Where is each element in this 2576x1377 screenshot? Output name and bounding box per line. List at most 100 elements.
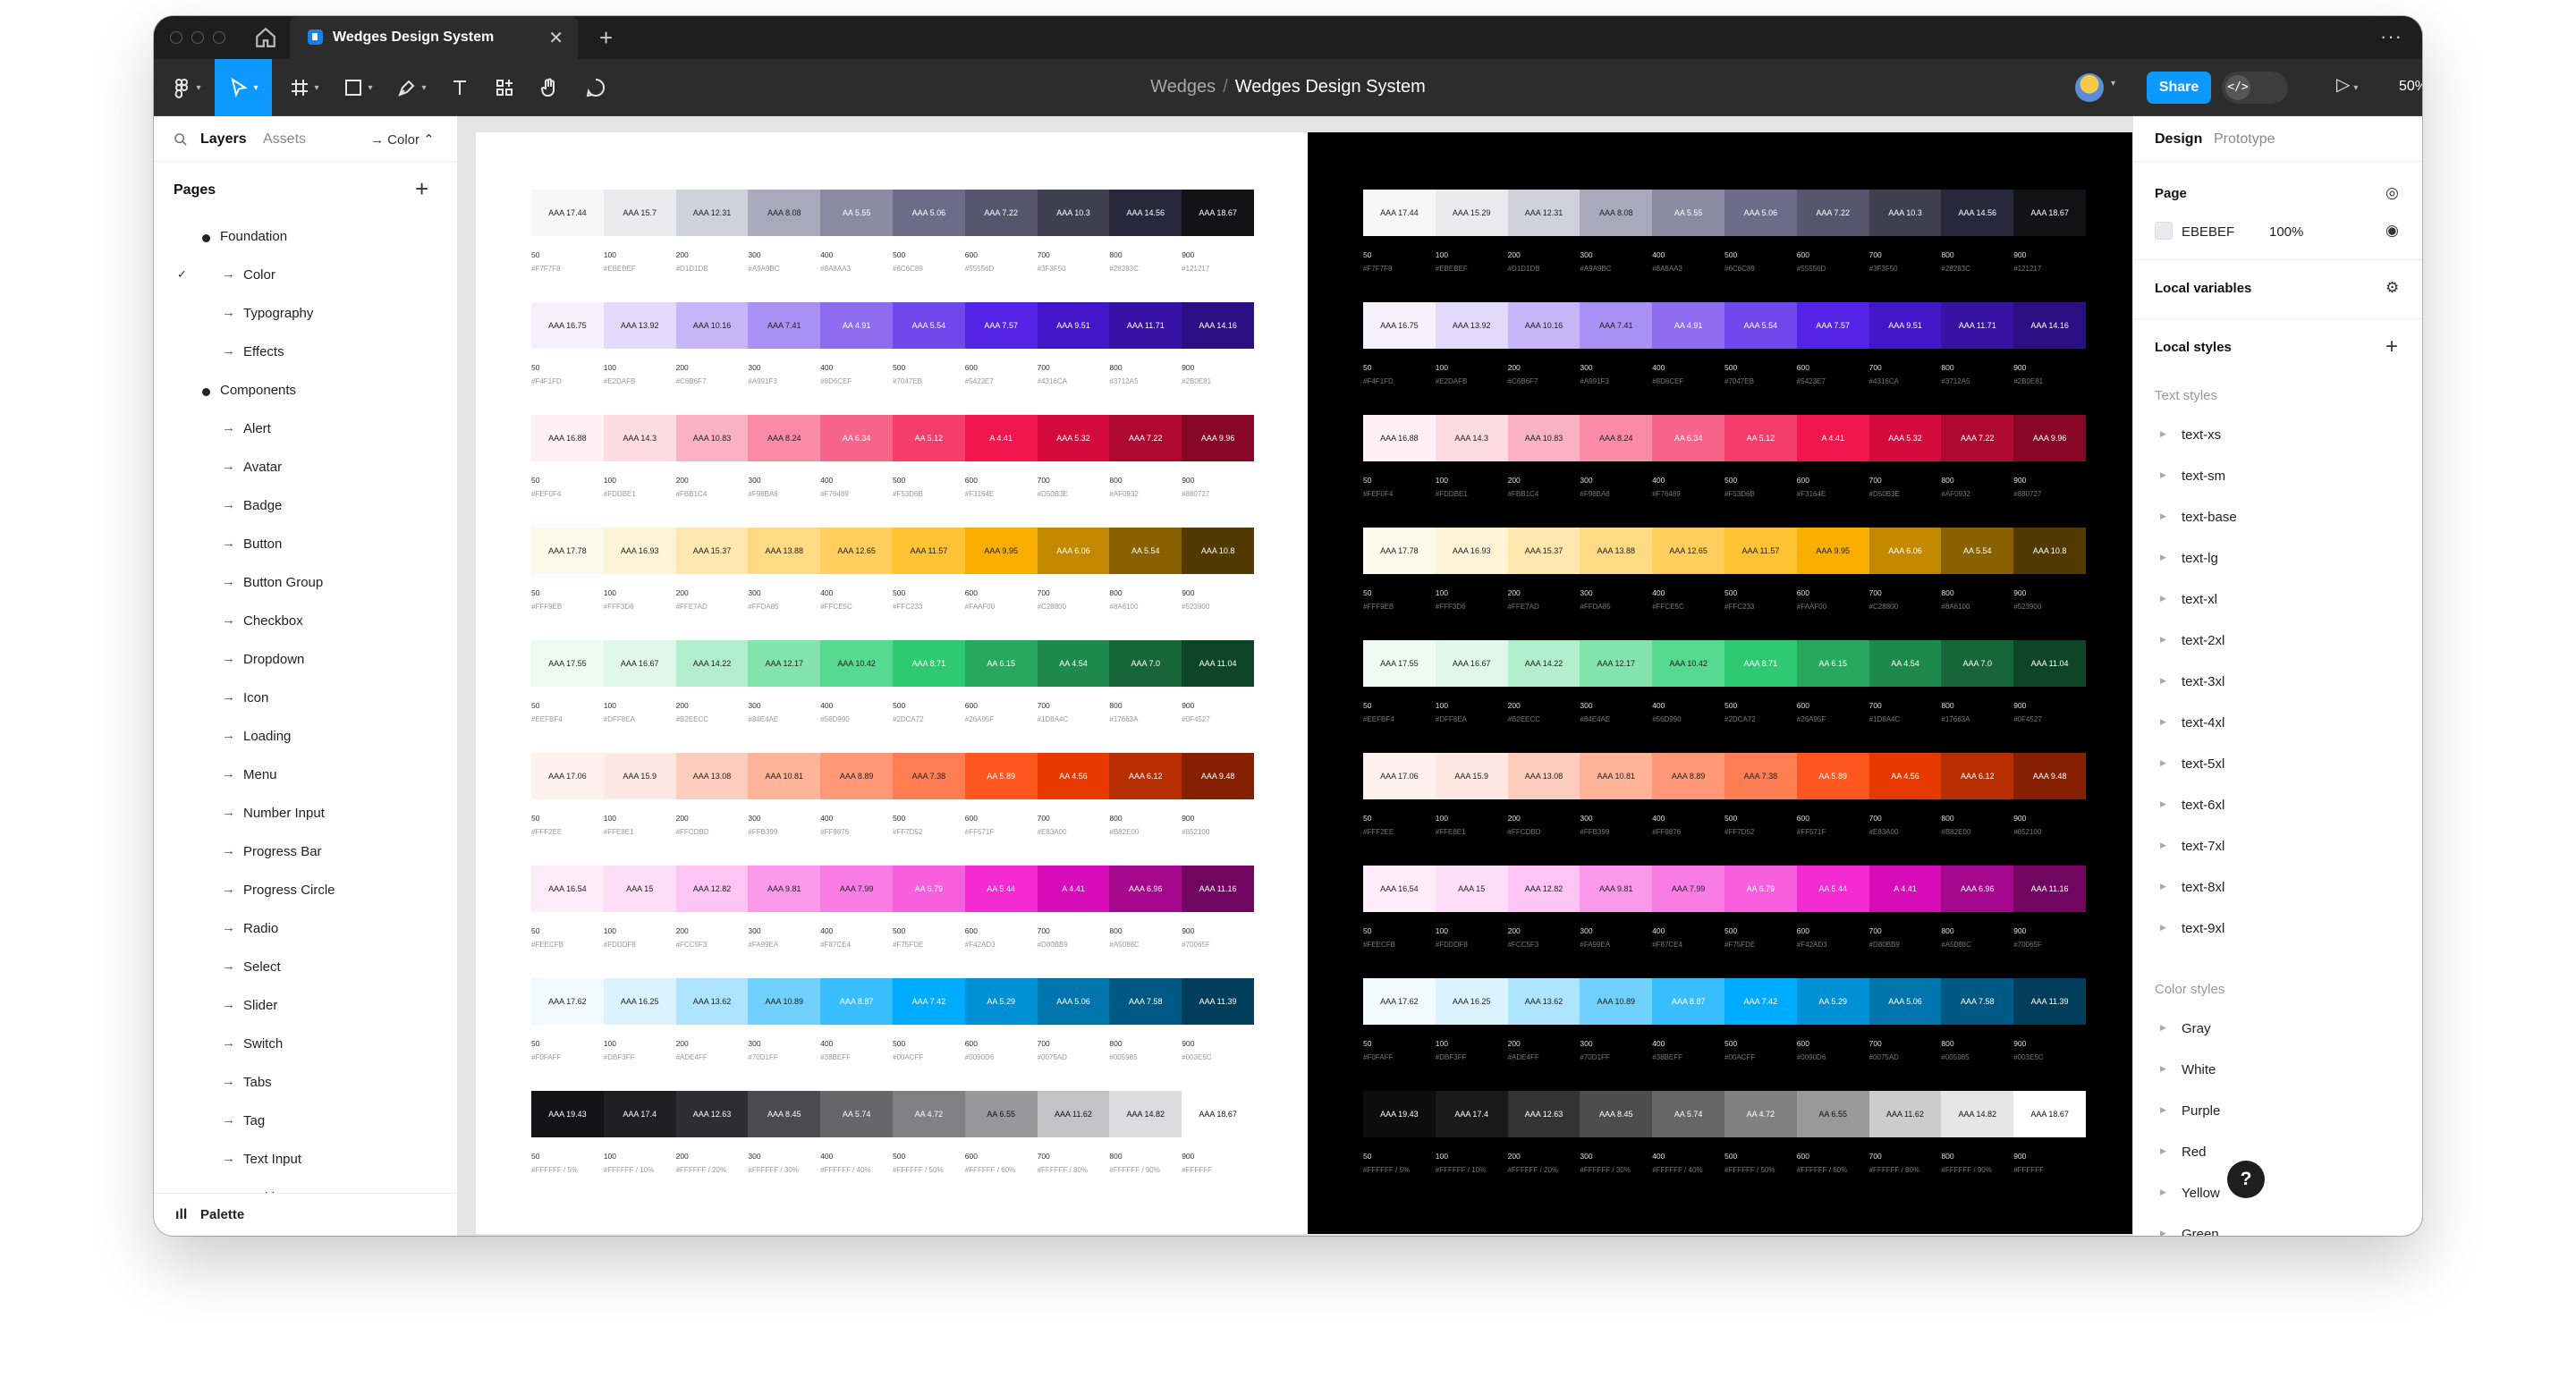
move-tool-button[interactable]: ▾ <box>215 59 272 116</box>
color-swatch[interactable]: AAA 7.58 <box>1941 978 2014 1025</box>
page-item[interactable]: → Loading <box>154 718 457 756</box>
page-item[interactable]: Components <box>154 372 457 410</box>
window-minimize-button[interactable] <box>191 31 204 44</box>
color-swatch[interactable]: AAA 14.56 <box>1941 190 2014 236</box>
tab-prototype[interactable]: Prototype <box>2214 131 2275 148</box>
present-button[interactable]: ▷ ▾ <box>2336 73 2358 96</box>
color-swatch[interactable]: AA 6.15 <box>1796 640 1869 687</box>
color-swatch[interactable]: AAA 17.55 <box>1363 640 1436 687</box>
color-swatch[interactable]: AAA 5.06 <box>893 190 965 236</box>
color-swatch[interactable]: AAA 12.17 <box>1580 640 1653 687</box>
document-tab[interactable]: Wedges Design System ✕ <box>290 16 578 59</box>
color-swatch[interactable]: AA 4.72 <box>893 1091 965 1137</box>
color-swatch[interactable]: AAA 12.63 <box>675 1091 749 1137</box>
color-swatch[interactable]: AA 4.56 <box>1868 753 1942 799</box>
text-style-item[interactable]: ▶ text-8xl <box>2160 869 2402 910</box>
caret-right-icon[interactable]: ▶ <box>2160 635 2166 645</box>
color-swatch[interactable]: AA 5.55 <box>1652 190 1724 236</box>
palette-bar[interactable]: ıll Palette <box>154 1193 457 1236</box>
color-swatch[interactable]: AAA 8.08 <box>748 190 821 236</box>
caret-right-icon[interactable]: ▶ <box>2160 470 2166 480</box>
caret-right-icon[interactable]: ▶ <box>2160 758 2166 768</box>
color-swatch[interactable]: AAA 13.62 <box>675 978 749 1025</box>
color-swatch[interactable]: AAA 6.96 <box>1941 866 2014 912</box>
color-swatch[interactable]: AA 5.44 <box>964 866 1038 912</box>
current-page-picker[interactable]: → Color ⌃ <box>370 131 435 148</box>
color-swatch[interactable]: AAA 15.9 <box>603 753 676 799</box>
text-style-item[interactable]: ▶ text-9xl <box>2160 910 2402 951</box>
color-swatch[interactable]: AAA 7.22 <box>1109 415 1182 461</box>
frame-tool-button[interactable]: ▾ <box>279 59 329 116</box>
color-swatch[interactable]: AAA 8.89 <box>820 753 893 799</box>
window-zoom-button[interactable] <box>213 31 225 44</box>
color-swatch[interactable]: AAA 7.57 <box>1796 302 1869 349</box>
help-button[interactable]: ? <box>2227 1161 2265 1198</box>
color-swatch[interactable]: AAA 17.44 <box>531 190 604 236</box>
color-swatch[interactable]: A 4.41 <box>1796 415 1869 461</box>
breadcrumb-file-name[interactable]: Wedges Design System <box>1235 77 1426 97</box>
page-item[interactable]: → Text Input <box>154 1141 457 1179</box>
color-swatch[interactable]: AAA 18.67 <box>2013 190 2086 236</box>
dev-mode-toggle[interactable]: </> <box>2222 72 2288 104</box>
caret-right-icon[interactable]: ▶ <box>2160 594 2166 604</box>
color-swatch[interactable]: AAA 5.06 <box>1724 190 1797 236</box>
color-swatch[interactable]: AAA 17.62 <box>531 978 604 1025</box>
page-item[interactable]: → Number Input <box>154 795 457 833</box>
color-swatch[interactable]: AAA 8.45 <box>1580 1091 1653 1137</box>
page-item[interactable]: → Alert <box>154 410 457 449</box>
color-swatch[interactable]: AAA 14.16 <box>1182 302 1254 349</box>
color-swatch[interactable]: A 4.41 <box>1037 866 1110 912</box>
add-page-button[interactable]: + <box>415 175 428 203</box>
color-swatch[interactable]: AAA 10.3 <box>1037 190 1110 236</box>
color-swatch[interactable]: AAA 9.95 <box>1796 528 1869 574</box>
color-swatch[interactable]: AAA 7.38 <box>893 753 965 799</box>
color-swatch[interactable]: AA 6.34 <box>820 415 893 461</box>
color-swatch[interactable]: AAA 8.71 <box>893 640 965 687</box>
color-swatch[interactable]: AAA 16.67 <box>1435 640 1508 687</box>
color-style-item[interactable]: ▶ Yellow <box>2160 1175 2402 1216</box>
resources-tool-button[interactable] <box>485 59 524 116</box>
color-swatch[interactable]: AAA 6.12 <box>1941 753 2014 799</box>
color-swatch[interactable]: AAA 19.43 <box>1363 1091 1436 1137</box>
color-swatch[interactable]: AAA 17.4 <box>1435 1091 1508 1137</box>
page-item[interactable]: → Checkbox <box>154 603 457 641</box>
color-swatch[interactable]: AAA 9.51 <box>1868 302 1942 349</box>
page-color-hex[interactable]: EBEBEF <box>2182 224 2234 240</box>
color-swatch[interactable]: AAA 17.78 <box>531 528 604 574</box>
color-swatch[interactable]: AAA 16.93 <box>603 528 676 574</box>
new-tab-button[interactable]: + <box>599 24 613 52</box>
color-frame-dark[interactable]: AAA 17.44 50 #F7F7F8 AAA 15.29 100 #EBEBEF AAA… <box>1308 132 2132 1234</box>
color-swatch[interactable]: AAA 5.32 <box>1868 415 1942 461</box>
window-close-button[interactable] <box>170 31 182 44</box>
color-swatch[interactable]: AAA 5.54 <box>1724 302 1797 349</box>
color-swatch[interactable]: AAA 10.83 <box>1507 415 1580 461</box>
color-swatch[interactable]: AAA 10.83 <box>675 415 749 461</box>
color-swatch[interactable]: AA 6.79 <box>1724 866 1797 912</box>
text-style-item[interactable]: ▶ text-xl <box>2160 581 2402 622</box>
color-swatch[interactable]: A 4.41 <box>964 415 1038 461</box>
color-swatch[interactable]: AAA 11.71 <box>1941 302 2014 349</box>
pen-tool-button[interactable]: ▾ <box>386 59 436 116</box>
color-swatch[interactable]: AAA 14.3 <box>603 415 676 461</box>
caret-right-icon[interactable]: ▶ <box>2160 799 2166 809</box>
color-swatch[interactable]: AAA 17.62 <box>1363 978 1436 1025</box>
page-item[interactable]: → Icon <box>154 680 457 718</box>
home-icon[interactable] <box>254 26 277 49</box>
color-swatch[interactable]: AAA 16.75 <box>531 302 604 349</box>
color-swatch[interactable]: AAA 8.87 <box>1652 978 1724 1025</box>
color-swatch[interactable]: AAA 16.93 <box>1435 528 1508 574</box>
color-swatch[interactable]: AAA 8.71 <box>1724 640 1797 687</box>
tab-assets[interactable]: Assets <box>263 131 306 148</box>
color-swatch[interactable]: AA 6.34 <box>1652 415 1724 461</box>
page-item[interactable]: → Slider <box>154 987 457 1026</box>
color-swatch[interactable]: AAA 11.57 <box>1724 528 1797 574</box>
color-swatch[interactable]: AAA 15.7 <box>603 190 676 236</box>
page-item[interactable]: ✓ → Color <box>154 257 457 295</box>
color-swatch[interactable]: AAA 12.82 <box>1507 866 1580 912</box>
color-swatch[interactable]: AAA 16.25 <box>1435 978 1508 1025</box>
variables-settings-icon[interactable]: ⚙ <box>2385 279 2399 297</box>
page-item[interactable]: → Switch <box>154 1026 457 1064</box>
color-swatch[interactable]: AA 5.89 <box>1796 753 1869 799</box>
color-swatch[interactable]: AAA 17.06 <box>531 753 604 799</box>
color-swatch[interactable]: AA 4.56 <box>1037 753 1110 799</box>
